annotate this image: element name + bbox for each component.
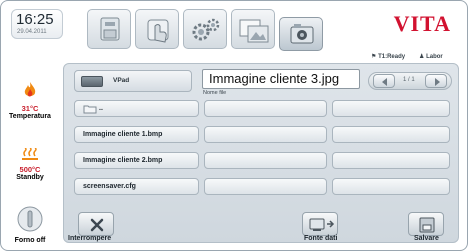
tab-touch[interactable] — [135, 9, 179, 49]
status-ready: ⚑ T1:Ready — [371, 54, 406, 60]
empty-slot[interactable] — [332, 178, 450, 195]
clock-time: 16:25 — [16, 11, 54, 28]
gears-settings-icon — [192, 18, 220, 41]
brand-logo: VITA — [393, 11, 451, 36]
empty-slot[interactable] — [332, 100, 450, 117]
prev-page-button[interactable] — [373, 74, 395, 88]
data-source-icon — [309, 218, 335, 231]
camera-icon — [290, 24, 314, 44]
source-label: VPad — [113, 77, 130, 84]
arrow-left-icon — [382, 78, 387, 86]
source-vpad-button[interactable]: VPad — [74, 70, 192, 92]
photo-gallery-icon — [239, 19, 269, 43]
empty-slot[interactable] — [332, 152, 450, 169]
save-label: Salvare — [414, 235, 439, 242]
empty-slot[interactable] — [204, 152, 327, 169]
tab-settings[interactable] — [183, 9, 227, 49]
data-source-label: Fonte dati — [304, 235, 338, 242]
standby-indicator: 500°C Standby — [7, 147, 53, 181]
cancel-label: Interrompere — [68, 235, 112, 242]
close-icon — [90, 218, 104, 232]
furnace-off-label: Forno off — [14, 237, 46, 244]
filename-caption: Nome file — [203, 90, 227, 96]
empty-slot[interactable] — [332, 126, 450, 143]
clock-display: 16:25 29.04.2011 — [11, 9, 63, 39]
tab-camera[interactable] — [279, 17, 323, 51]
heat-waves-icon — [22, 147, 38, 160]
filename-field[interactable]: Immagine cliente 3.jpg — [202, 69, 360, 89]
power-icon — [17, 206, 43, 232]
app-window: 16:25 29.04.2011 VITA ⚑ T1:Ready ♟ Labor… — [0, 0, 468, 251]
save-icon — [419, 217, 435, 233]
furnace-off-button[interactable]: Forno off — [7, 206, 53, 244]
clock-date: 29.04.2011 — [17, 29, 47, 35]
user-icon: ♟ — [419, 54, 425, 60]
list-item[interactable]: Immagine cliente 1.bmp — [74, 126, 199, 143]
save-button[interactable] — [408, 212, 444, 236]
flame-icon — [24, 82, 36, 97]
data-source-button[interactable] — [302, 212, 338, 236]
next-page-button[interactable] — [425, 74, 447, 88]
temperature-label: Temperatura — [9, 113, 51, 120]
page-indicator: 1 / 1 — [403, 77, 415, 83]
empty-slot[interactable] — [204, 178, 327, 195]
tab-programs[interactable] — [87, 9, 131, 49]
vpad-device-icon — [81, 76, 103, 87]
folder-icon — [83, 105, 97, 114]
tab-gallery[interactable] — [231, 9, 275, 49]
empty-slot[interactable] — [204, 126, 327, 143]
cancel-button[interactable] — [78, 212, 114, 236]
empty-slot[interactable] — [204, 100, 327, 117]
thermometer-icon: ⚑ — [371, 54, 377, 60]
standby-value: 500°C — [19, 165, 41, 174]
list-item[interactable]: screensaver.cfg — [74, 178, 199, 195]
temperature-value: 31°C — [21, 104, 39, 113]
status-user: ♟ Labor — [419, 54, 443, 60]
file-browser-panel: VPad Immagine cliente 3.jpg Nome file 1 … — [63, 63, 459, 243]
arrow-right-icon — [435, 78, 440, 86]
list-item[interactable]: Immagine cliente 2.bmp — [74, 152, 199, 169]
list-item-parent-folder[interactable]: .. — [74, 100, 199, 117]
touch-hand-icon — [147, 19, 169, 43]
temperature-indicator: 31°C Temperatura — [7, 81, 53, 120]
furnace-program-icon — [100, 17, 120, 41]
pager: 1 / 1 — [368, 72, 452, 90]
standby-label: Standby — [16, 174, 44, 181]
